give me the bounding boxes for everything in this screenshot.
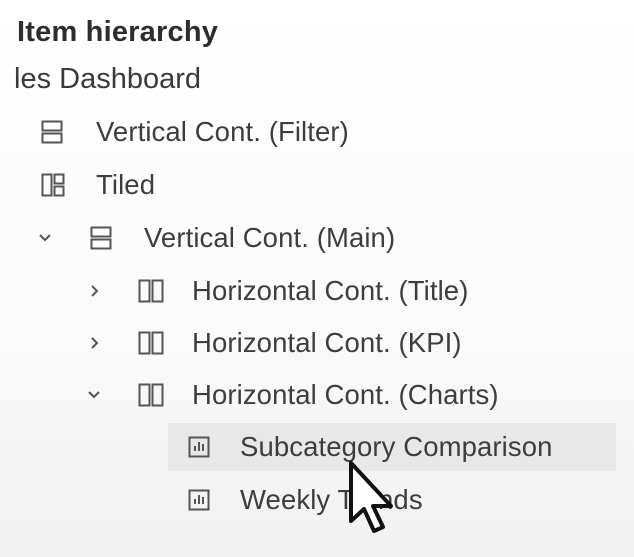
vertical-container-icon [90, 226, 112, 250]
tree-item-label: Vertical Cont. (Main) [144, 222, 396, 253]
tree-item-label: Horizontal Cont. (KPI) [192, 327, 462, 358]
item-hierarchy-panel: Item hierarchy les Dashboard Vertical Co… [0, 0, 634, 557]
tree-item-horizontal-container-charts[interactable]: Horizontal Cont. (Charts) [0, 371, 634, 419]
mouse-pointer-icon [345, 459, 405, 544]
chevron-down-icon[interactable] [84, 385, 104, 405]
tree-item-label: Vertical Cont. (Filter) [96, 116, 349, 147]
tree-item-tiled[interactable]: Tiled [0, 161, 634, 209]
tree-item-vertical-container-filter[interactable]: Vertical Cont. (Filter) [0, 108, 634, 156]
tree-item-dashboard-root[interactable]: les Dashboard [14, 63, 201, 96]
chevron-right-icon[interactable] [85, 333, 105, 353]
panel-title: Item hierarchy [17, 16, 219, 48]
vertical-container-icon [41, 120, 63, 144]
horizontal-container-icon [138, 383, 164, 407]
tree-item-label: Tiled [96, 169, 156, 200]
horizontal-container-icon [138, 279, 164, 303]
sheet-icon [188, 489, 210, 511]
tree-item-vertical-container-main[interactable]: Vertical Cont. (Main) [0, 214, 634, 262]
sheet-icon [188, 436, 210, 458]
tree-item-label: Horizontal Cont. (Title) [192, 275, 469, 306]
tree-item-horizontal-container-kpi[interactable]: Horizontal Cont. (KPI) [0, 319, 634, 367]
tiled-layout-icon [41, 173, 65, 197]
chevron-right-icon[interactable] [85, 281, 105, 301]
horizontal-container-icon [138, 331, 164, 355]
tree-item-label: Horizontal Cont. (Charts) [192, 379, 499, 410]
tree-item-horizontal-container-title[interactable]: Horizontal Cont. (Title) [0, 267, 634, 315]
chevron-down-icon[interactable] [35, 228, 55, 248]
